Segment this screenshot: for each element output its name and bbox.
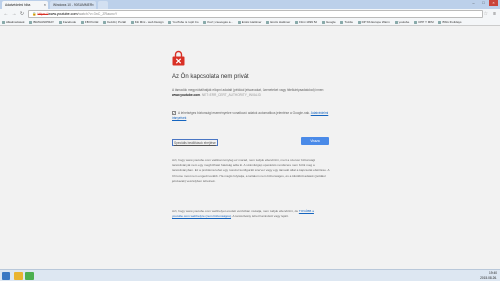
menu-icon[interactable]: ≡ — [493, 9, 496, 19]
reload-icon[interactable]: ↻ — [18, 9, 26, 19]
bookmarks-bar: Alkalmazások BRAVANIPRAY Facebook FBI Po… — [0, 19, 500, 26]
tab-close-icon[interactable]: × — [44, 1, 46, 9]
tab-label: Windows 10 - 90SUMMER — [53, 3, 93, 7]
tab-close-icon[interactable]: × — [92, 1, 94, 9]
bookmark-item[interactable]: Tuzda — [340, 19, 353, 25]
bookmark-favicon — [394, 20, 398, 24]
bookmark-item[interactable]: BSG Iholidays — [438, 19, 462, 25]
start-button-icon[interactable] — [2, 272, 10, 280]
bookmark-favicon — [80, 20, 84, 24]
bookmark-item[interactable]: Ku2 | csevegés a... — [203, 19, 233, 25]
proceed-details-text: Azt, hogy www.youtube.com webhelyet ered… — [172, 209, 314, 219]
bookmark-favicon — [203, 20, 207, 24]
error-code[interactable]: NET::ERR_CERT_AUTHORITY_INVALID — [202, 93, 261, 97]
bookmark-item[interactable]: Alkalmazások — [2, 19, 25, 25]
privacy-error-page: Az Ön kapcsolata nem privát A támadók me… — [0, 27, 500, 269]
back-to-safety-button[interactable]: Vissza — [301, 137, 329, 145]
bookmark-favicon — [103, 20, 107, 24]
url-host: www.youtube.com — [48, 12, 78, 16]
bookmark-favicon — [29, 20, 33, 24]
insecure-lock-icon: 🔒 — [32, 12, 37, 16]
bookmark-favicon — [295, 20, 299, 24]
tab-label: Adatvédelmi hiba — [5, 3, 31, 7]
close-window-icon[interactable]: × — [489, 0, 498, 6]
forward-arrow-icon[interactable]: → — [10, 9, 18, 19]
bookmark-favicon — [357, 20, 361, 24]
report-checkbox-row: ✓ A lehetséges biztonsági eseményekre von… — [172, 111, 330, 121]
apps-icon — [2, 20, 5, 24]
tab-privacy-error[interactable]: Adatvédelmi hiba × — [2, 1, 48, 9]
windows-taskbar: 19:40 2015.08.26. — [0, 269, 500, 281]
bookmark-item[interactable]: Erotix Hattimer — [237, 19, 262, 25]
bookmark-favicon — [130, 20, 134, 24]
checkbox-label: A lehetséges biztonsági eseményekre vona… — [178, 111, 311, 115]
tab-strip: Adatvédelmi hiba × Windows 10 - 90SUMMER… — [0, 0, 500, 9]
bookmark-favicon — [414, 20, 418, 24]
bookmark-item[interactable]: Kiti Mini - web Design — [130, 19, 164, 25]
file-explorer-icon[interactable] — [14, 272, 23, 280]
bookmark-favicon — [321, 20, 325, 24]
page-title: Az Ön kapcsolata nem privát — [172, 74, 249, 80]
maximize-icon[interactable]: □ — [479, 0, 488, 6]
url-scheme: https:// — [37, 12, 49, 16]
minimize-icon[interactable]: – — [469, 0, 478, 6]
site-url: www.youtube.com — [172, 93, 201, 97]
bookmark-item[interactable]: CPP Y MIM — [414, 19, 434, 25]
bookmark-item[interactable]: youtube — [394, 19, 409, 25]
bookmark-item[interactable]: Filmi 1999 52 — [295, 19, 317, 25]
window-controls: – □ × — [469, 0, 498, 7]
clock-date: 2015.08.26. — [480, 275, 497, 280]
bookmark-favicon — [168, 20, 172, 24]
back-arrow-icon[interactable]: ← — [2, 9, 10, 19]
system-tray-clock[interactable]: 19:40 2015.08.26. — [480, 271, 497, 280]
bookmark-favicon — [58, 20, 62, 24]
new-tab-button[interactable] — [98, 1, 108, 9]
url-path: /watch?v=3nC_ZRauncY — [77, 12, 118, 16]
address-bar[interactable]: 🔒 https://www.youtube.com/watch?v=3nC_ZR… — [28, 10, 483, 18]
bookmark-item[interactable]: Kezdő | Portál — [103, 19, 126, 25]
bookmark-star-icon[interactable]: ☆ — [484, 9, 488, 19]
bookmark-item[interactable]: Facebook — [58, 19, 76, 25]
bookmark-favicon — [266, 20, 270, 24]
bookmark-item[interactable]: BRAVANIPRAY — [29, 19, 54, 25]
bookmark-item[interactable]: FBI Portál — [80, 19, 98, 25]
bookmark-item[interactable]: YouTube is ruptl Co — [168, 19, 199, 25]
warning-lock-icon — [172, 50, 185, 66]
bookmark-item[interactable]: DP SS Europe Warm — [357, 19, 390, 25]
bookmark-item[interactable]: Erotix Hattimer — [266, 19, 290, 25]
bookmark-favicon — [237, 20, 241, 24]
browser-toolbar: ← → ↻ 🔒 https://www.youtube.com/watch?v=… — [0, 9, 500, 19]
report-checkbox[interactable]: ✓ — [172, 111, 176, 116]
intro-text: A támadók megpróbálhatják ellopni adatai… — [172, 88, 325, 97]
tab-windows[interactable]: Windows 10 - 90SUMMER × — [50, 1, 96, 9]
chrome-icon[interactable] — [25, 272, 34, 280]
bookmark-item[interactable]: Google — [321, 19, 336, 25]
advanced-details-text: Azt, hogy www.youtube.com valóban tényle… — [172, 158, 330, 183]
advanced-toggle-link[interactable]: Speciális beállítások elrejtése — [172, 139, 218, 146]
